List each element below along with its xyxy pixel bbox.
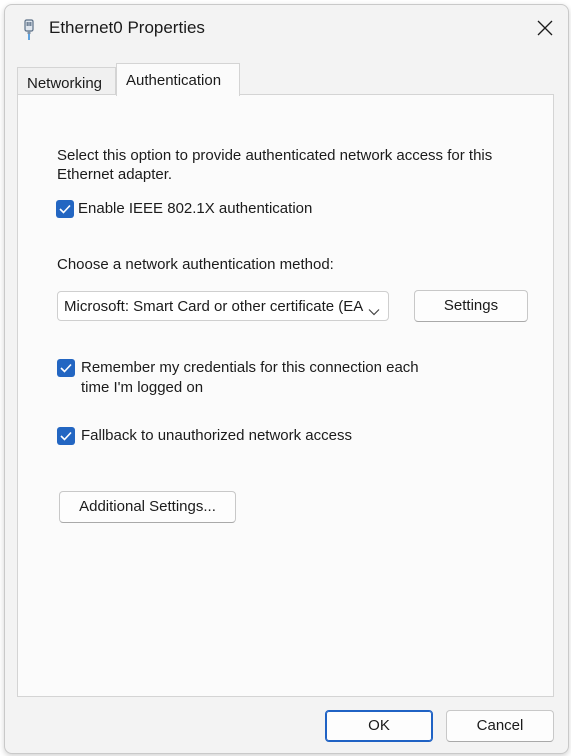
window-title: Ethernet0 Properties — [49, 18, 205, 37]
remember-credentials-label-line1: Remember my credentials for this connect… — [81, 359, 419, 376]
enable-8021x-label: Enable IEEE 802.1X authentication — [78, 200, 313, 217]
enable-8021x-checkbox[interactable] — [56, 200, 74, 218]
tab-networking[interactable]: Networking — [17, 67, 116, 95]
properties-dialog: Ethernet0 Properties Networking Authenti… — [4, 4, 569, 754]
auth-method-dropdown[interactable]: Microsoft: Smart Card or other certifica… — [57, 291, 389, 321]
ok-button[interactable]: OK — [325, 710, 433, 742]
close-button[interactable] — [522, 5, 568, 51]
fallback-label: Fallback to unauthorized network access — [81, 427, 352, 444]
authentication-panel: Select this option to provide authentica… — [17, 94, 554, 697]
checkmark-icon — [60, 363, 72, 373]
remember-credentials-checkbox[interactable] — [57, 359, 75, 377]
method-label: Choose a network authentication method: — [57, 256, 334, 273]
settings-button[interactable]: Settings — [414, 290, 528, 322]
additional-settings-button[interactable]: Additional Settings... — [59, 491, 236, 523]
description-text: Select this option to provide authentica… — [57, 147, 493, 183]
checkmark-icon — [59, 204, 71, 214]
fallback-checkbox[interactable] — [57, 427, 75, 445]
remember-credentials-label-line2: time I'm logged on — [81, 379, 204, 396]
title-bar: Ethernet0 Properties — [5, 5, 568, 51]
cancel-button[interactable]: Cancel — [446, 710, 554, 742]
auth-method-value: Microsoft: Smart Card or other certifica… — [64, 298, 364, 315]
checkmark-icon — [60, 431, 72, 441]
network-adapter-icon — [21, 19, 37, 41]
chevron-down-icon — [368, 303, 380, 320]
tab-authentication[interactable]: Authentication — [116, 63, 240, 96]
